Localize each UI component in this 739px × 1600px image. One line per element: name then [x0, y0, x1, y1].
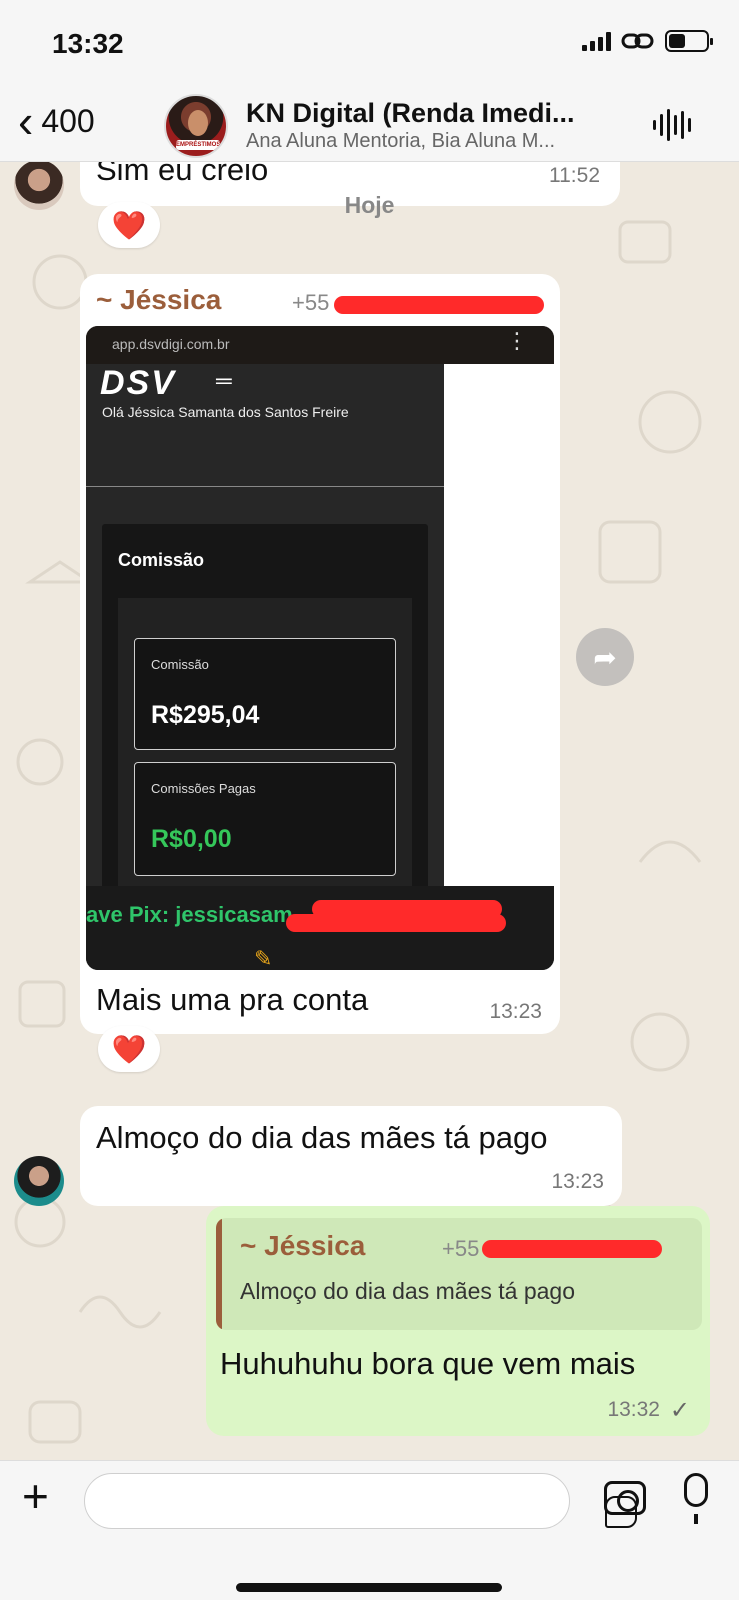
forward-icon[interactable]: ➦ [576, 628, 634, 686]
back-button[interactable]: ‹ 400 [18, 98, 95, 144]
quoted-message[interactable]: ~ Jéssica +55 Almoço do dia das mães tá … [216, 1218, 702, 1330]
unread-count: 400 [41, 102, 95, 139]
plus-icon[interactable]: + [22, 1469, 49, 1523]
commission-card: Comissão R$295,04 [134, 638, 396, 750]
battery-icon [665, 30, 713, 52]
microphone-icon[interactable] [684, 1473, 708, 1524]
camera-icon[interactable] [604, 1481, 646, 1515]
message-text: Huhuhuhu bora que vem mais [220, 1346, 636, 1381]
image-greeting: Olá Jéssica Samanta dos Santos Freire [102, 404, 349, 420]
divider [86, 486, 444, 487]
link-icon [621, 33, 654, 49]
card-value: R$295,04 [151, 701, 260, 729]
card-label: Comissão [151, 657, 209, 672]
chat-area[interactable]: Sim eu creio 11:52 ❤️ Hoje ~ Jéssica +55… [0, 162, 739, 1460]
commission-panel: Comissão Comissão R$295,04 Comissões Pag… [102, 524, 428, 944]
chat-participants[interactable]: Ana Aluna Mentoria, Bia Aluna M... [246, 130, 555, 153]
redaction-mark [482, 1240, 662, 1258]
status-time: 13:32 [52, 28, 124, 59]
message-input[interactable] [84, 1473, 637, 1529]
more-icon: ⋮ [506, 328, 528, 353]
signal-icon [582, 31, 611, 51]
redaction-mark [334, 296, 544, 314]
redaction-mark [286, 914, 506, 932]
pencil-icon: ✎ [254, 946, 273, 970]
chat-title[interactable]: KN Digital (Renda Imedi... [246, 98, 575, 129]
status-bar: 13:32 [0, 0, 739, 90]
sender-avatar[interactable] [14, 1156, 64, 1206]
voice-chat-icon[interactable] [653, 108, 691, 142]
image-url-bar: app.dsvdigi.com.br [86, 326, 554, 364]
sender-name[interactable]: ~ Jéssica [96, 284, 221, 316]
message-time: 13:23 [489, 1000, 542, 1023]
message-text: Almoço do dia das mães tá pago [96, 1120, 548, 1155]
sent-check-icon: ✓ [669, 1397, 690, 1424]
group-avatar[interactable]: EMPRÉSTIMOS [164, 94, 228, 158]
card-value: R$0,00 [151, 825, 232, 853]
message-composer: + [0, 1460, 739, 1600]
outgoing-message-bubble[interactable]: ~ Jéssica +55 Almoço do dia das mães tá … [206, 1206, 710, 1436]
day-separator: Hoje [344, 192, 395, 218]
pix-key-text: ave Pix: jessicasam [86, 902, 293, 927]
quoted-sender: ~ Jéssica [240, 1230, 366, 1261]
paid-commission-card: Comissões Pagas R$0,00 [134, 762, 396, 876]
message-time: 13:32 [607, 1398, 660, 1421]
message-time: 11:52 [549, 164, 600, 187]
message-time: 13:23 [551, 1170, 604, 1193]
sender-phone: +55 [292, 290, 330, 315]
message-text: Sim eu creio [96, 162, 269, 187]
image-blank-area [444, 364, 554, 886]
attached-image[interactable]: app.dsvdigi.com.br ⋮ DSV ═ Olá Jéssica S… [86, 326, 554, 970]
chevron-left-icon: ‹ [18, 95, 34, 147]
chat-header: ‹ 400 EMPRÉSTIMOS KN Digital (Renda Imed… [0, 90, 739, 162]
dsv-logo: DSV [100, 364, 176, 402]
pix-bar: ave Pix: jessicasam ✎ [86, 886, 554, 970]
menu-icon: ═ [216, 368, 232, 393]
quoted-phone: +55 [442, 1236, 480, 1261]
heart-reaction[interactable]: ❤️ [98, 1026, 160, 1072]
status-icons [582, 30, 713, 52]
quoted-text: Almoço do dia das mães tá pago [240, 1278, 575, 1304]
image-caption: Mais uma pra conta [96, 982, 369, 1017]
image-app-screen: DSV ═ Olá Jéssica Samanta dos Santos Fre… [86, 364, 444, 944]
card-label: Comissões Pagas [151, 781, 256, 796]
message-bubble[interactable]: Almoço do dia das mães tá pago 13:23 [80, 1106, 622, 1206]
panel-title: Comissão [118, 550, 205, 570]
home-indicator[interactable] [236, 1583, 502, 1592]
quote-accent-bar [216, 1218, 222, 1330]
